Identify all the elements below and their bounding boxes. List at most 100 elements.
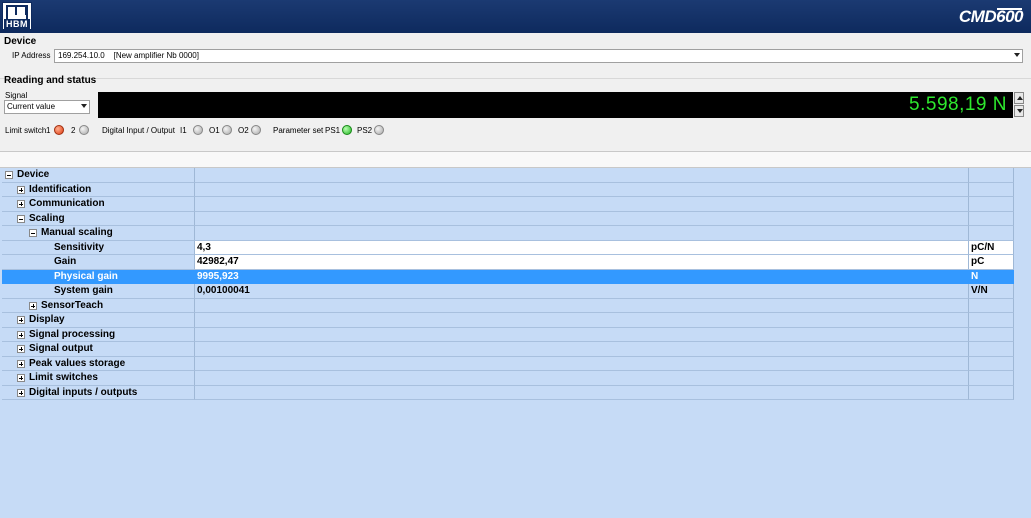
tree-row-communication[interactable]: Communication	[2, 197, 1014, 212]
tree-label: SensorTeach	[41, 299, 104, 311]
tree-row-gain[interactable]: Gain 42982,47 pC	[2, 255, 1014, 270]
expand-icon[interactable]	[17, 345, 25, 353]
ip-address-label: IP Address	[12, 51, 51, 60]
tree-unit	[969, 342, 1014, 357]
ip-address-select[interactable]: 169.254.10.0 [New amplifier Nb 0000]	[54, 49, 1023, 63]
hbm-logo-text: HBM	[4, 19, 30, 29]
tree-row-physical-gain[interactable]: Physical gain 9995,923 N	[2, 269, 1014, 284]
tree-unit: V/N	[969, 284, 1014, 299]
tree-row-scaling[interactable]: Scaling	[2, 211, 1014, 226]
tree-value	[195, 197, 969, 212]
tree-row-identification[interactable]: Identification	[2, 182, 1014, 197]
output-1-led-icon	[222, 125, 232, 135]
section-divider	[0, 78, 1031, 79]
physical-gain-value[interactable]: 9995,923	[195, 269, 969, 284]
tree-row-peak-values-storage[interactable]: Peak values storage	[2, 356, 1014, 371]
expand-icon[interactable]	[17, 388, 25, 397]
brand-number: 600	[996, 7, 1023, 26]
tree-value	[195, 168, 969, 183]
tree-value	[195, 371, 969, 386]
limit-switch-label: Limit switch	[5, 126, 47, 135]
tree-unit	[969, 356, 1014, 371]
expand-icon[interactable]	[17, 200, 25, 208]
tree-row-digital-inputs-outputs[interactable]: Digital inputs / outputs	[2, 385, 1014, 400]
tree-value	[195, 182, 969, 197]
expand-icon[interactable]	[17, 374, 25, 382]
app-header: HBM CMD600	[0, 0, 1031, 33]
panel-splitter[interactable]	[0, 151, 1031, 168]
chevron-down-icon[interactable]	[1014, 53, 1020, 57]
output-2-led-icon	[251, 125, 261, 135]
tree-value	[195, 327, 969, 342]
tree-unit	[969, 313, 1014, 328]
output-1-label: O1	[209, 126, 220, 135]
ps2-label: PS2	[357, 126, 373, 135]
ip-address-value: 169.254.10.0 [New amplifier Nb 0000]	[58, 51, 199, 60]
gain-value[interactable]: 42982,47	[195, 255, 969, 270]
limit-2-led-icon	[79, 125, 89, 135]
signal-select[interactable]: Current value	[4, 100, 90, 114]
signal-label: Signal	[5, 91, 28, 100]
tree-unit: pC/N	[969, 240, 1014, 255]
expand-icon[interactable]	[17, 185, 25, 194]
tree-value	[195, 342, 969, 357]
digital-io-label: Digital Input / Output	[102, 126, 175, 135]
tree-label: Signal output	[29, 343, 93, 354]
tree-row-signal-output[interactable]: Signal output	[2, 342, 1014, 357]
tree-label: Display	[29, 314, 65, 325]
tree-value	[195, 313, 969, 328]
tree-row-device[interactable]: Device	[2, 168, 1014, 183]
tree-label: Digital inputs / outputs	[29, 386, 138, 398]
tree-label: Sensitivity	[54, 241, 105, 253]
device-section-title: Device	[4, 36, 37, 47]
product-brand: CMD600	[958, 7, 1024, 27]
tree-row-display[interactable]: Display	[2, 313, 1014, 328]
collapse-icon[interactable]	[29, 229, 37, 237]
expand-icon[interactable]	[17, 359, 25, 368]
collapse-icon[interactable]	[17, 214, 25, 223]
tree-value	[195, 385, 969, 400]
display-scroll-down-button[interactable]	[1014, 105, 1024, 117]
tree-unit: N	[969, 269, 1014, 284]
tree-row-sensorteach[interactable]: SensorTeach	[2, 298, 1014, 313]
limit-2-label: 2	[71, 126, 76, 135]
system-gain-value: 0,00100041	[195, 284, 969, 299]
collapse-icon[interactable]	[5, 171, 13, 179]
sensitivity-value[interactable]: 4,3	[195, 240, 969, 255]
output-2-label: O2	[238, 126, 249, 135]
chevron-down-icon[interactable]	[81, 104, 87, 108]
tree-row-limit-switches[interactable]: Limit switches	[2, 371, 1014, 386]
tree-unit	[969, 327, 1014, 342]
tree-unit	[969, 298, 1014, 313]
input-1-led-icon	[193, 125, 203, 135]
input-1-label: I1	[180, 126, 187, 135]
tree-label: Device	[17, 169, 50, 180]
tree-unit	[969, 226, 1014, 241]
expand-icon[interactable]	[29, 301, 37, 310]
tree-row-sensitivity[interactable]: Sensitivity 4,3 pC/N	[2, 240, 1014, 255]
parameter-set-label: Parameter set	[273, 126, 324, 135]
reading-section-title: Reading and status	[4, 75, 97, 86]
ps2-led-icon	[374, 125, 384, 135]
tree-unit	[969, 168, 1014, 183]
brand-prefix: CMD	[958, 7, 997, 26]
tree-label: Scaling	[29, 212, 65, 224]
expand-icon[interactable]	[17, 330, 25, 339]
hbm-logo: HBM	[2, 2, 32, 30]
ps1-led-icon	[342, 125, 352, 135]
limit-1-led-icon	[54, 125, 64, 135]
signal-value: Current value	[7, 102, 56, 111]
tree-row-manual-scaling[interactable]: Manual scaling	[2, 226, 1014, 241]
tree-label: System gain	[54, 285, 113, 296]
tree-value	[195, 211, 969, 226]
hbm-logo-icon	[6, 5, 28, 19]
expand-icon[interactable]	[17, 316, 25, 324]
measurement-display: 5.598,19 N	[98, 92, 1013, 118]
tree-label: Peak values storage	[29, 357, 126, 369]
display-scroll-up-button[interactable]	[1014, 92, 1024, 104]
tree-value	[195, 226, 969, 241]
tree-row-system-gain[interactable]: System gain 0,00100041 V/N	[2, 284, 1014, 299]
tree-unit: pC	[969, 255, 1014, 270]
tree-label: Signal processing	[29, 328, 116, 340]
tree-row-signal-processing[interactable]: Signal processing	[2, 327, 1014, 342]
